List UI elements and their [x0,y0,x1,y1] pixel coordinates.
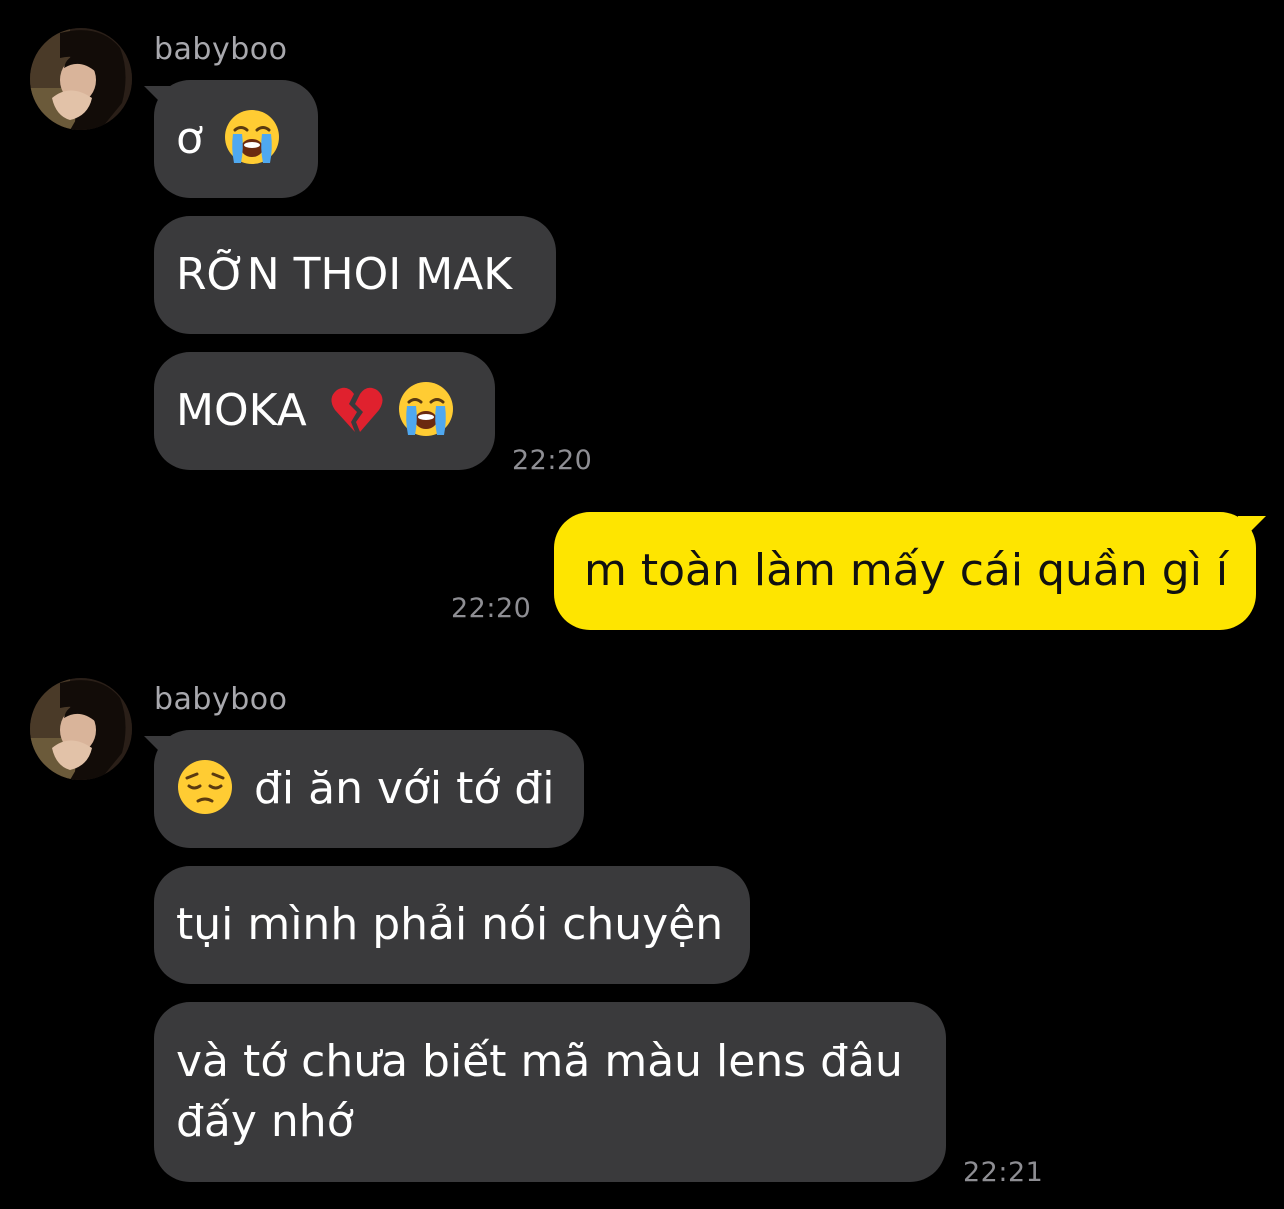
message-text: RỠN THOI MAK [176,249,513,300]
message-bubble[interactable]: RỠN THOI MAK [154,216,556,334]
message-text: ơ [176,113,203,164]
sender-name: babyboo [154,682,288,717]
my-message-bubble[interactable]: m toàn làm mấy cái quần gì í [554,512,1256,630]
message-text: tụi mình phải nói chuyện [176,899,724,950]
message-bubble[interactable]: đi ăn với tớ đi [154,730,584,848]
broken-heart-icon [327,380,385,438]
message-timestamp: 22:20 [512,445,593,476]
message-bubble[interactable]: MOKA [154,352,495,470]
message-bubble[interactable]: ơ [154,80,318,198]
loudly-crying-face-icon [223,108,281,166]
message-text: MOKA [176,385,307,436]
message-bubble[interactable]: tụi mình phải nói chuyện [154,866,750,984]
sender-avatar[interactable] [30,678,132,780]
message-bubble[interactable]: và tớ chưa biết mã màu lens đâu đấy nhớ [154,1002,946,1182]
sender-name: babyboo [154,32,288,67]
message-text: và tớ chưa biết mã màu lens đâu đấy nhớ [176,1036,903,1147]
sender-avatar[interactable] [30,28,132,130]
pensive-face-icon [176,758,234,816]
message-text: m toàn làm mấy cái quần gì í [584,545,1229,596]
loudly-crying-face-icon [397,380,455,438]
message-timestamp: 22:20 [451,593,532,624]
message-text: đi ăn với tớ đi [254,763,555,814]
message-timestamp: 22:21 [963,1157,1044,1188]
